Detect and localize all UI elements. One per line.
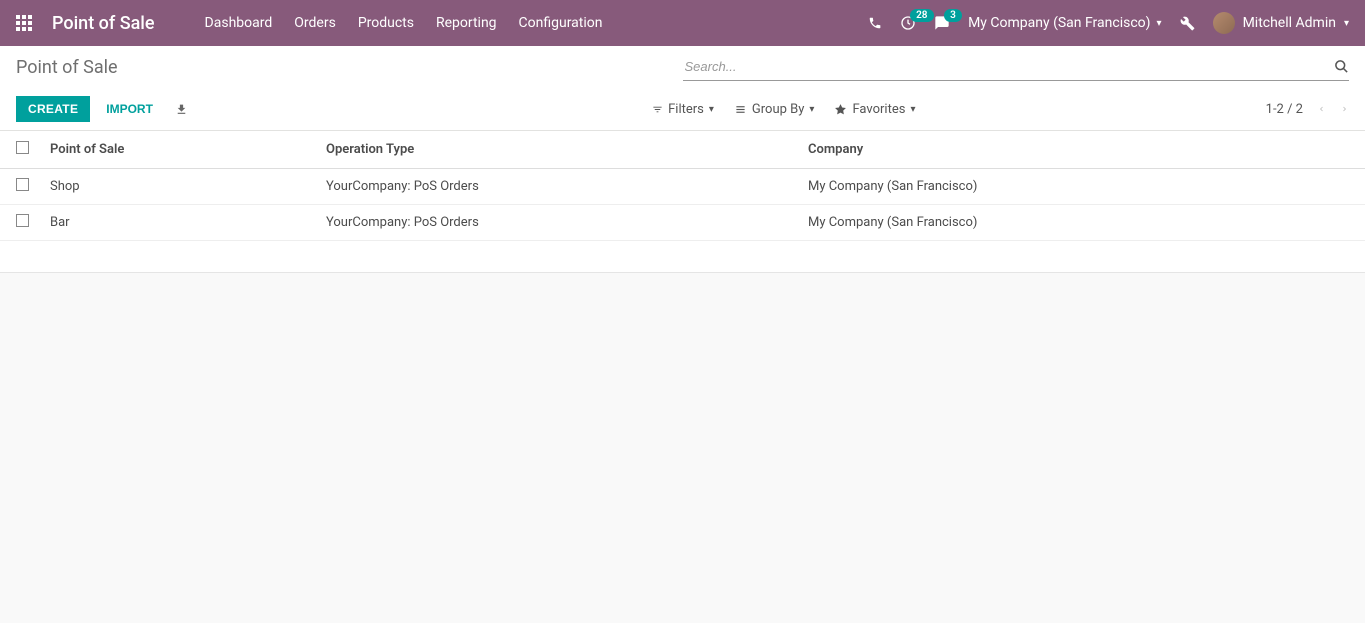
header-op[interactable]: Operation Type xyxy=(318,131,800,169)
table-row[interactable]: Bar YourCompany: PoS Orders My Company (… xyxy=(0,205,1365,241)
user-menu[interactable]: Mitchell Admin ▾ xyxy=(1213,12,1349,34)
row-checkbox[interactable] xyxy=(16,214,29,227)
menu-products[interactable]: Products xyxy=(358,15,414,31)
company-name: My Company (San Francisco) xyxy=(968,15,1150,31)
messages-icon[interactable]: 3 xyxy=(934,15,950,31)
menu-dashboard[interactable]: Dashboard xyxy=(205,15,273,31)
list-icon xyxy=(734,104,747,115)
create-button[interactable]: CREATE xyxy=(16,96,90,122)
filters-dropdown[interactable]: Filters ▾ xyxy=(652,102,714,117)
chevron-down-icon: ▾ xyxy=(809,104,814,115)
menu-reporting[interactable]: Reporting xyxy=(436,15,497,31)
chevron-left-icon xyxy=(1317,102,1326,116)
user-name: Mitchell Admin xyxy=(1243,15,1336,31)
apps-icon[interactable] xyxy=(16,15,32,31)
groupby-dropdown[interactable]: Group By ▾ xyxy=(734,102,815,117)
chevron-down-icon: ▾ xyxy=(910,104,915,115)
table-footer xyxy=(0,241,1365,273)
activities-icon[interactable]: 28 xyxy=(900,15,916,31)
cell-op[interactable]: YourCompany: PoS Orders xyxy=(318,169,800,205)
header-pos[interactable]: Point of Sale xyxy=(42,131,318,169)
cell-company[interactable]: My Company (San Francisco) xyxy=(800,205,1365,241)
chevron-down-icon: ▾ xyxy=(1157,18,1162,29)
app-brand[interactable]: Point of Sale xyxy=(52,13,155,34)
debug-icon[interactable] xyxy=(1180,16,1195,31)
pager-prev[interactable] xyxy=(1317,102,1326,116)
groupby-label: Group By xyxy=(752,102,805,117)
star-icon xyxy=(834,103,847,116)
company-switcher[interactable]: My Company (San Francisco) ▾ xyxy=(968,15,1161,31)
avatar xyxy=(1213,12,1235,34)
list-view: Point of Sale Operation Type Company Sho… xyxy=(0,131,1365,273)
phone-icon[interactable] xyxy=(868,16,882,30)
table-row[interactable]: Shop YourCompany: PoS Orders My Company … xyxy=(0,169,1365,205)
search-input[interactable] xyxy=(683,53,1350,80)
menu-orders[interactable]: Orders xyxy=(294,15,336,31)
header-company[interactable]: Company xyxy=(800,131,1365,169)
main-menu: Dashboard Orders Products Reporting Conf… xyxy=(205,15,603,31)
page-title: Point of Sale xyxy=(16,57,118,78)
control-panel: Point of Sale CREATE IMPORT Filters ▾ Gr… xyxy=(0,46,1365,131)
cell-company[interactable]: My Company (San Francisco) xyxy=(800,169,1365,205)
filters-label: Filters xyxy=(668,102,704,117)
import-button[interactable]: IMPORT xyxy=(98,96,161,122)
cell-pos[interactable]: Bar xyxy=(42,205,318,241)
search-wrap xyxy=(683,53,1350,81)
top-navbar: Point of Sale Dashboard Orders Products … xyxy=(0,0,1365,46)
download-icon[interactable] xyxy=(169,97,194,122)
search-icon[interactable] xyxy=(1334,59,1349,74)
messages-badge: 3 xyxy=(944,9,962,22)
pager-text[interactable]: 1-2 / 2 xyxy=(1266,102,1303,117)
favorites-dropdown[interactable]: Favorites ▾ xyxy=(834,102,915,117)
menu-configuration[interactable]: Configuration xyxy=(519,15,603,31)
chevron-down-icon: ▾ xyxy=(709,104,714,115)
chevron-right-icon xyxy=(1340,102,1349,116)
activities-badge: 28 xyxy=(910,9,933,22)
pager-next[interactable] xyxy=(1340,102,1349,116)
filter-icon xyxy=(652,104,663,115)
chevron-down-icon: ▾ xyxy=(1344,18,1349,29)
row-checkbox[interactable] xyxy=(16,178,29,191)
cell-op[interactable]: YourCompany: PoS Orders xyxy=(318,205,800,241)
cell-pos[interactable]: Shop xyxy=(42,169,318,205)
select-all-checkbox[interactable] xyxy=(16,141,29,154)
favorites-label: Favorites xyxy=(852,102,905,117)
